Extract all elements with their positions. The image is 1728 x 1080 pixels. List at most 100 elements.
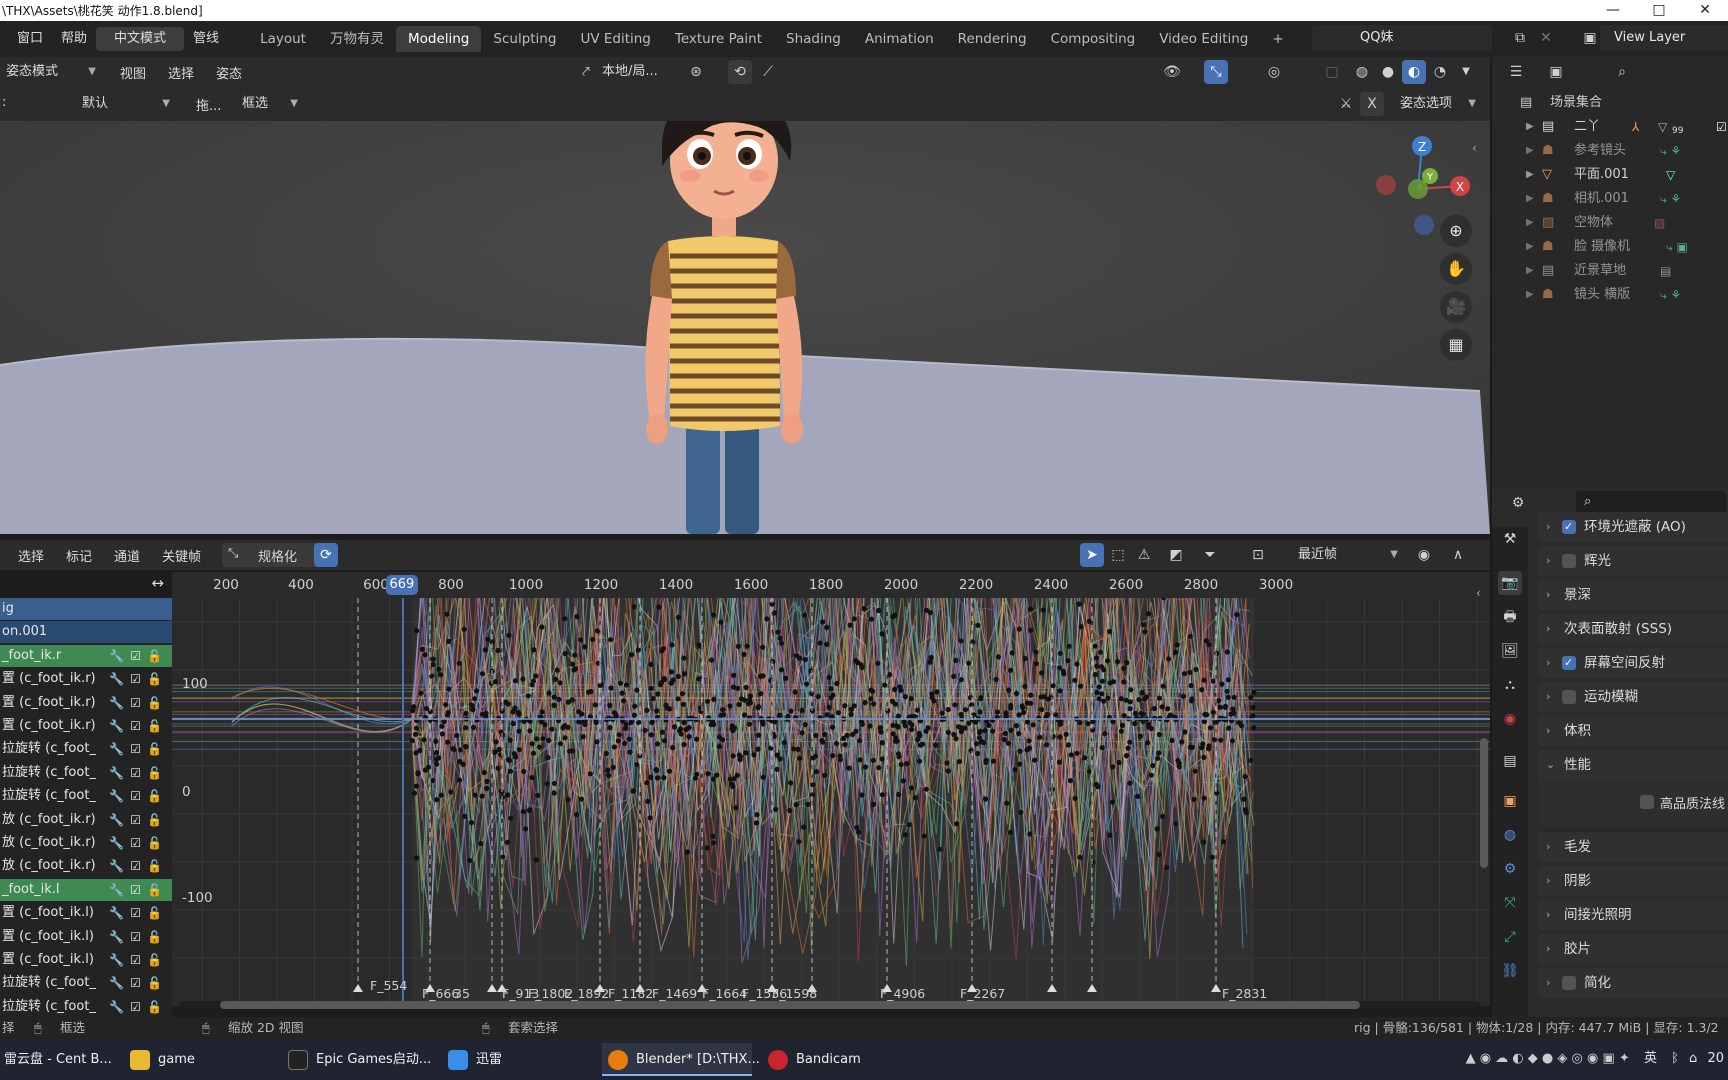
expand-icon[interactable]: ▶: [1526, 235, 1534, 259]
channel-row[interactable]: 放 (c_foot_ik.r) 🔧☑🔓: [0, 832, 172, 854]
expand-icon[interactable]: ▶: [1526, 187, 1534, 211]
outliner-item[interactable]: ▶ ☗ 镜头 横版 ⤷ ⚘: [1492, 283, 1728, 307]
falloff-icon[interactable]: ∧: [1446, 543, 1470, 567]
select-mode-dropdown[interactable]: 框选 ▼: [232, 92, 304, 116]
channel-toggle-icons[interactable]: 🔧☑🔓: [107, 668, 168, 690]
auto-normalize-icon[interactable]: ⟳: [314, 543, 338, 567]
swap-icon[interactable]: ↔: [151, 574, 164, 592]
panel-ssr[interactable]: › 屏幕空间反射: [1538, 648, 1728, 678]
box-select-icon[interactable]: ⬚: [1106, 543, 1130, 567]
editor-type-icon[interactable]: ⚙: [1506, 491, 1530, 515]
current-frame-indicator[interactable]: 669: [385, 575, 418, 595]
filter-icon[interactable]: ▣: [1544, 60, 1568, 84]
world-tab-icon[interactable]: ◉: [1498, 707, 1522, 731]
panel-performance[interactable]: ⌄ 性能: [1538, 750, 1728, 780]
tray-icons[interactable]: ▲ ◉ ☁ ◐ ◆ ● ◈ ◎ ◉ ▣ ✦: [1466, 1051, 1630, 1066]
channel-toggle-icons[interactable]: 🔧☑🔓: [107, 809, 168, 831]
taskbar-item[interactable]: Bandicam: [762, 1043, 912, 1076]
panel-shadows[interactable]: › 阴影: [1538, 866, 1728, 896]
outliner-root[interactable]: ▤ 场景集合: [1492, 91, 1728, 115]
tab-wanwu[interactable]: 万物有灵: [318, 26, 396, 52]
marker-label[interactable]: F_1598: [772, 986, 817, 1001]
panel-film[interactable]: › 胶片: [1538, 934, 1728, 964]
channel-toggle-icons[interactable]: 🔧☑🔓: [107, 785, 168, 807]
high-quality-normals-checkbox[interactable]: [1640, 795, 1654, 809]
taskbar-item[interactable]: game: [124, 1043, 274, 1076]
checkbox-icon[interactable]: ☑: [1716, 115, 1727, 139]
filter-icon[interactable]: ⏷: [1198, 543, 1222, 567]
panel-depth-of-field[interactable]: › 景深: [1538, 580, 1728, 610]
zoom-icon[interactable]: ⊕: [1440, 215, 1472, 247]
scrollbar-thumb[interactable]: [220, 1001, 1360, 1009]
overlay-icon[interactable]: ◎: [1262, 60, 1286, 84]
marker-label[interactable]: F_1469: [652, 986, 697, 1001]
outliner-item[interactable]: ▶ ▽ 平面.001 ▽: [1492, 163, 1728, 187]
render-tab-icon[interactable]: 📷: [1498, 571, 1522, 595]
graph-menu-channel[interactable]: 通道: [114, 546, 140, 565]
wireframe-shading-icon[interactable]: ◍: [1350, 60, 1374, 84]
taskbar-item[interactable]: Blender* [D:\THX...: [602, 1043, 760, 1076]
add-workspace-button[interactable]: +: [1260, 26, 1295, 52]
ssr-checkbox[interactable]: [1562, 648, 1576, 678]
ao-checkbox[interactable]: [1562, 512, 1576, 542]
gizmo-toggle-icon[interactable]: ⤡: [1204, 60, 1228, 84]
rendered-shading-icon[interactable]: ◔: [1428, 60, 1452, 84]
frame-ruler[interactable]: 200 400 600 800 1000 1200 1400 1600 1800 2000 2200…: [172, 572, 1490, 598]
menu-select[interactable]: 选择: [168, 63, 194, 82]
x-mirror-button[interactable]: X: [1360, 92, 1384, 116]
close-button[interactable]: ✕: [1682, 0, 1728, 21]
channel-row[interactable]: on.001: [0, 621, 172, 644]
hand-icon[interactable]: ✋: [1440, 253, 1472, 285]
solid-shading-icon[interactable]: ●: [1376, 60, 1400, 84]
xray-icon[interactable]: ▢: [1320, 60, 1344, 84]
view-layer-tab-icon[interactable]: 🖼: [1498, 639, 1522, 663]
delete-scene-icon[interactable]: ✕: [1534, 26, 1558, 50]
channel-toggle-icons[interactable]: 🔧☑🔓: [107, 832, 168, 854]
graph-area[interactable]: 100 0 -100 F_554 F_666 35 F_913 F_1802 F_1892…: [172, 598, 1490, 1006]
outliner-item[interactable]: ▶ ▤ 近景草地 ▤: [1492, 259, 1728, 283]
view-layer-icon[interactable]: ▣: [1578, 26, 1602, 50]
network-icon[interactable]: ⌂: [1689, 1051, 1697, 1066]
marker-label[interactable]: F_2267: [960, 986, 1005, 1001]
channel-row[interactable]: _foot_ik.l 🔧☑🔓: [0, 878, 172, 901]
channel-toggle-icons[interactable]: 🔧☑🔓: [107, 692, 168, 714]
tab-video-editing[interactable]: Video Editing: [1147, 26, 1260, 52]
panel-sss[interactable]: › 次表面散射 (SSS): [1538, 614, 1728, 644]
channel-toggle-icons[interactable]: 🔧☑🔓: [107, 972, 168, 994]
channel-toggle-icons[interactable]: 🔧☑🔓: [107, 644, 168, 667]
marker-label[interactable]: F_2831: [1222, 986, 1267, 1001]
mirror-icon[interactable]: ⚔: [1334, 92, 1358, 116]
display-mode-icon[interactable]: ☰: [1504, 60, 1528, 84]
panel-simplify[interactable]: › 简化: [1538, 968, 1728, 998]
expand-icon[interactable]: ▶: [1526, 139, 1534, 163]
snap-mode-dropdown[interactable]: 最近帧 ▼: [1290, 543, 1404, 567]
vertical-scrollbar[interactable]: [1480, 738, 1488, 868]
menu-pose[interactable]: 姿态: [216, 63, 242, 82]
channel-toggle-icons[interactable]: 🔧☑🔓: [107, 715, 168, 737]
transform-orientation-dropdown[interactable]: 本地/局...: [598, 60, 676, 84]
tab-layout[interactable]: Layout: [248, 26, 318, 52]
tab-compositing[interactable]: Compositing: [1039, 26, 1148, 52]
channel-toggle-icons[interactable]: 🔧☑🔓: [107, 902, 168, 924]
channel-row[interactable]: 置 (c_foot_ik.r) 🔧☑🔓: [0, 668, 172, 690]
menu-chinese-mode[interactable]: 中文模式: [96, 27, 185, 51]
tool-tab-icon[interactable]: ⚒: [1498, 527, 1522, 551]
snap-icon[interactable]: ⟲: [728, 60, 752, 84]
motion-blur-checkbox[interactable]: [1562, 690, 1576, 704]
maximize-button[interactable]: □: [1636, 0, 1682, 21]
select-cursor-icon[interactable]: ➤: [1080, 543, 1104, 567]
marker-label[interactable]: F_1182: [608, 986, 653, 1001]
grid-icon[interactable]: ▦: [1440, 329, 1472, 361]
channel-toggle-icons[interactable]: 🔧☑🔓: [107, 949, 168, 971]
particles-tab-icon[interactable]: ⚙: [1498, 857, 1522, 881]
channel-toggle-icons[interactable]: 🔧☑🔓: [107, 855, 168, 877]
panel-hair[interactable]: › 毛发: [1538, 832, 1728, 862]
outliner-item[interactable]: ▶ ☗ 相机.001 ⤷ ⚘: [1492, 187, 1728, 211]
channel-row[interactable]: 置 (c_foot_ik.l) 🔧☑🔓: [0, 926, 172, 948]
proportional-edit-icon[interactable]: ◉: [1412, 543, 1436, 567]
object-tab-icon[interactable]: ▣: [1498, 789, 1522, 813]
outliner-item[interactable]: ▶ ☗ 脸 摄像机 ⤷ ▣: [1492, 235, 1728, 259]
clock[interactable]: 20: [1707, 1051, 1724, 1066]
menu-pipeline[interactable]: 管线: [184, 27, 228, 51]
graph-menu-key[interactable]: 关键帧: [162, 546, 201, 565]
